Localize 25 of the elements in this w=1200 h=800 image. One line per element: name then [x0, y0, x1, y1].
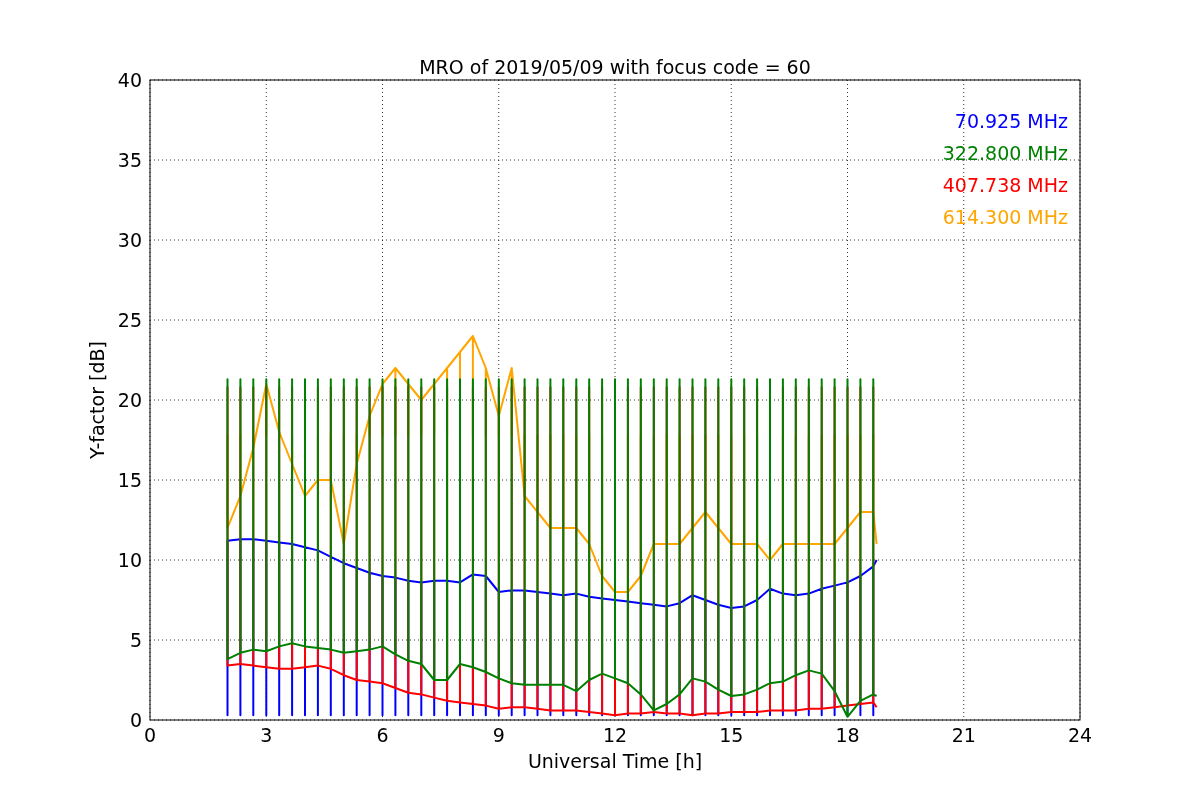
tick-label: 40: [117, 69, 142, 91]
tick-label: 18: [835, 724, 860, 746]
tick-label: 35: [117, 149, 142, 171]
tick-label: 6: [376, 724, 389, 746]
tick-label: 12: [602, 724, 628, 746]
tick-label: 15: [719, 724, 744, 746]
tick-label: 24: [1067, 724, 1093, 746]
tick-label: 30: [117, 229, 142, 251]
y-axis-label: Y-factor [dB]: [86, 341, 108, 459]
tick-label: 25: [117, 309, 142, 331]
x-axis-label: Universal Time [h]: [527, 750, 703, 772]
tick-label: 15: [117, 469, 142, 491]
legend-label: 70.925 MHz: [954, 110, 1068, 132]
legend-label: 614.300 MHz: [942, 206, 1068, 228]
tick-label: 0: [143, 724, 157, 746]
chart-title: MRO of 2019/05/09 with focus code = 60: [419, 56, 811, 78]
tick-label: 5: [129, 629, 142, 651]
tick-label: 21: [951, 724, 976, 746]
tick-label: 0: [129, 709, 142, 731]
tick-label: 9: [492, 724, 505, 746]
tick-label: 20: [117, 389, 142, 411]
tick-label: 3: [260, 724, 273, 746]
tick-label: 10: [117, 549, 142, 571]
legend-label: 322.800 MHz: [942, 142, 1068, 164]
legend-label: 407.738 MHz: [942, 174, 1068, 196]
